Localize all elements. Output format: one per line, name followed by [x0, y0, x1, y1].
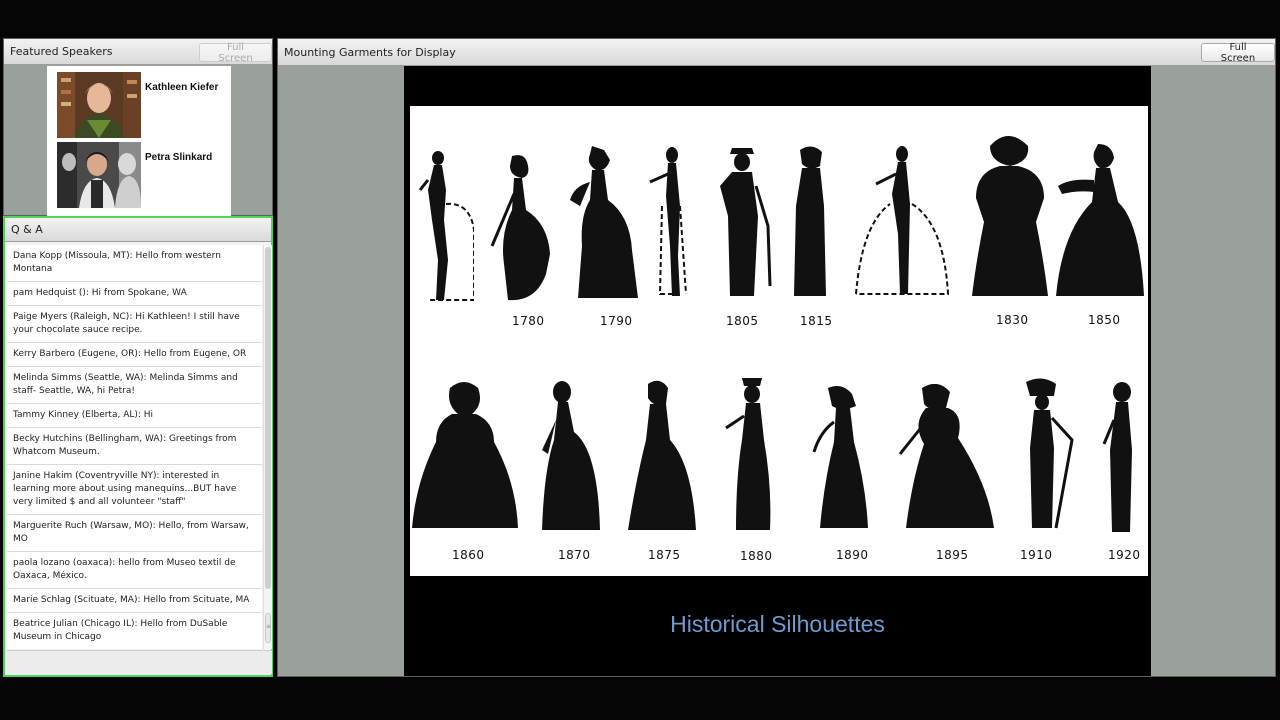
slide-area: 1780 1790 1805 1815 1830 1850 1860 1870 …: [404, 66, 1151, 676]
qa-message: Tammy Kinney (Elberta, AL): Hi: [7, 404, 262, 428]
qa-message: Janine Hakim (Coventryville NY): interes…: [7, 465, 262, 515]
speaker-photo-kathleen: [57, 72, 141, 138]
speaker-name-petra: Petra Slinkard: [145, 152, 213, 163]
share-pod-title: Mounting Garments for Display: [284, 45, 456, 59]
silhouette-figure: [794, 146, 826, 296]
featured-speakers-pod: Featured Speakers Full Screen Kathleen K…: [3, 38, 273, 216]
speakers-pod-title: Featured Speakers: [10, 45, 113, 58]
qa-message: Melinda Simms (Seattle, WA): Melinda Sim…: [7, 367, 262, 404]
year-label: 1780: [512, 314, 545, 328]
qa-message: Beatrice Julian (Chicago IL): Hello from…: [7, 613, 262, 649]
qa-message: Marguerite Ruch (Warsaw, MO): Hello, fro…: [7, 515, 262, 552]
year-label: 1910: [1020, 548, 1053, 562]
qa-message: Paige Myers (Raleigh, NC): Hi Kathleen! …: [7, 306, 262, 343]
qa-message: paola lozano (oaxaca): hello from Museo …: [7, 552, 262, 589]
year-label: 1880: [740, 549, 773, 563]
year-label: 1805: [726, 314, 759, 328]
speaker-kathleen: Kathleen Kiefer: [57, 72, 227, 138]
year-label: 1890: [836, 548, 869, 562]
slide-caption: Historical Silhouettes: [670, 611, 885, 637]
silhouette-figure: [1026, 378, 1074, 529]
silhouette-figure: [855, 146, 950, 295]
qa-scrollbar-grip-icon[interactable]: ≡: [265, 613, 271, 643]
silhouette-figure: [490, 155, 550, 301]
share-fullscreen-button[interactable]: Full Screen: [1201, 42, 1275, 64]
silhouette-figure: [628, 380, 696, 530]
silhouette-figure: [972, 136, 1048, 296]
speaker-photo-petra: [57, 142, 141, 208]
silhouette-figure: [720, 148, 772, 296]
speakers-pod-header: Featured Speakers Full Screen: [4, 39, 272, 65]
silhouette-figure: [1056, 144, 1144, 296]
year-label: 1870: [558, 548, 591, 562]
silhouette-figure: [542, 381, 600, 530]
share-pod-header: Mounting Garments for Display Full Scree…: [278, 39, 1275, 66]
year-label: 1895: [936, 548, 969, 562]
qa-scrollbar[interactable]: ≡: [263, 245, 272, 649]
year-label: 1815: [800, 314, 833, 328]
year-label: 1850: [1088, 313, 1121, 327]
silhouettes-image: 1780 1790 1805 1815 1830 1850 1860 1870 …: [410, 106, 1148, 576]
qa-message: Kerry Barbero (Eugene, OR): Hello from E…: [7, 343, 262, 367]
qa-scrollbar-thumb[interactable]: [265, 247, 271, 589]
qa-message: Marie Schlag (Scituate, MA): Hello from …: [7, 589, 262, 613]
qa-message: pam Hedquist (): Hi from Spokane, WA: [7, 282, 262, 306]
qa-pod-title: Q & A: [11, 223, 43, 236]
year-label: 1875: [648, 548, 681, 562]
silhouette-figure: [898, 384, 994, 528]
year-label: 1790: [600, 314, 633, 328]
speaker-name-kathleen: Kathleen Kiefer: [145, 82, 219, 93]
speaker-petra: Petra Slinkard: [57, 142, 227, 208]
silhouette-figure: [412, 382, 518, 528]
silhouette-figure: [725, 378, 771, 530]
connect-meeting-window: Featured Speakers Full Screen Kathleen K…: [0, 0, 1280, 720]
qa-pod-header: Q & A: [5, 218, 271, 242]
qa-message: Dana Kopp (Missoula, MT): Hello from wes…: [7, 245, 262, 282]
year-label: 1920: [1108, 548, 1141, 562]
share-pod: Mounting Garments for Display Full Scree…: [277, 38, 1276, 677]
speaker-card: Kathleen Kiefer Petra Slinkard: [47, 66, 231, 216]
qa-pod: Q & A Dana Kopp (Missoula, MT): Hello fr…: [3, 216, 273, 677]
silhouette-figure: [649, 147, 687, 296]
silhouette-figure: [812, 386, 868, 528]
year-label: 1860: [452, 548, 485, 562]
speakers-fullscreen-button[interactable]: Full Screen: [199, 42, 272, 64]
silhouette-figure: [570, 146, 638, 298]
silhouette-figure: [418, 151, 474, 301]
qa-message: Becky Hutchins (Bellingham, WA): Greetin…: [7, 428, 262, 465]
qa-message-list[interactable]: Dana Kopp (Missoula, MT): Hello from wes…: [7, 245, 262, 649]
qa-input-area[interactable]: [7, 650, 272, 674]
year-label: 1830: [996, 313, 1029, 327]
silhouette-figure: [1102, 382, 1132, 532]
